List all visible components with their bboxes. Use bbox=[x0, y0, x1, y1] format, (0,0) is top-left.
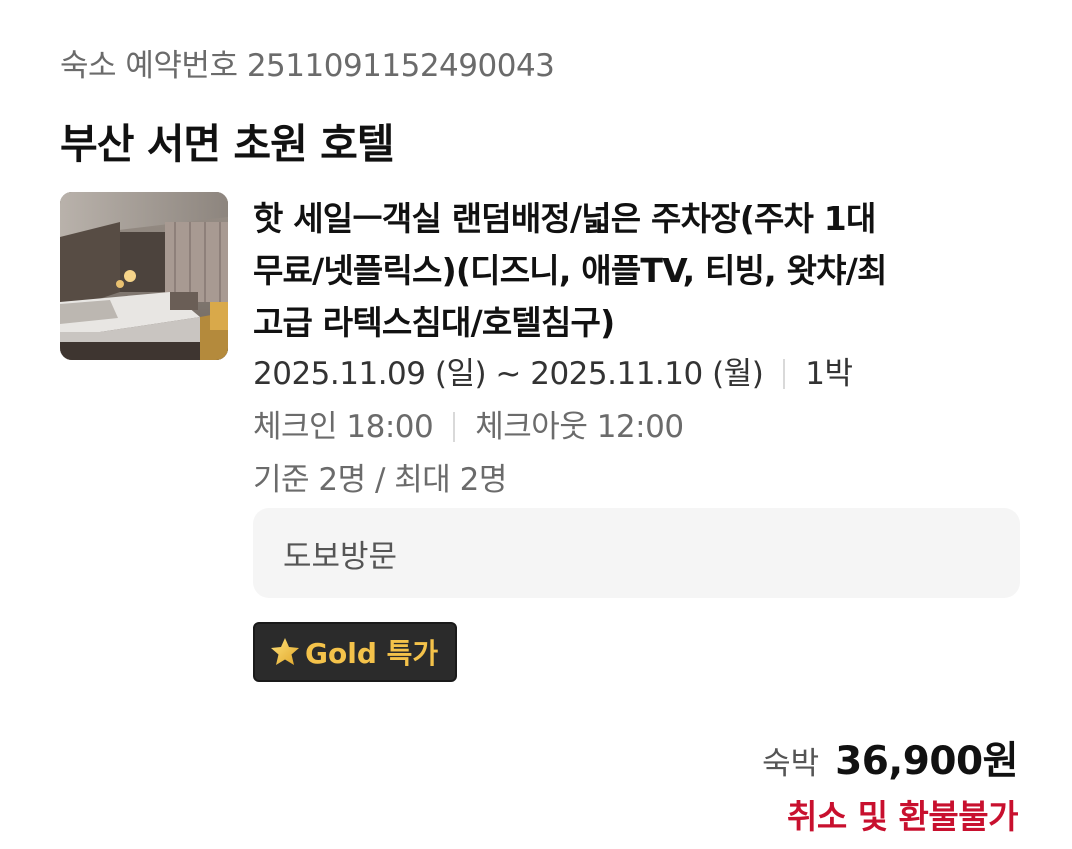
gold-deal-badge: Gold 특가 bbox=[253, 622, 457, 682]
stay-dates-row: 2025.11.09 (일) ~ 2025.11.10 (월) 1박 bbox=[253, 351, 1023, 397]
price-label: 숙박 bbox=[762, 746, 820, 782]
stay-dates: 2025.11.09 (일) ~ 2025.11.10 (월) bbox=[253, 356, 764, 392]
stay-nights: 1박 bbox=[805, 356, 853, 392]
divider bbox=[453, 412, 456, 442]
room-name-line: 핫 세일ㅡ객실 랜덤배정/넓은 주차장(주차 1대 bbox=[253, 199, 876, 238]
guest-capacity: 기준 2명 / 최대 2명 bbox=[253, 462, 507, 498]
room-name-line: 고급 라텍스침대/호텔침구) bbox=[253, 303, 615, 342]
room-name-line: 무료/넷플릭스)(디즈니, 애플TV, 티빙, 왓챠/최 bbox=[253, 251, 887, 290]
checkout-time: 체크아웃 12:00 bbox=[475, 409, 684, 445]
room-info: 핫 세일ㅡ객실 랜덤배정/넓은 주차장(주차 1대 무료/넷플릭스)(디즈니, … bbox=[253, 193, 1023, 503]
divider bbox=[783, 359, 786, 389]
booking-number: 숙소 예약번호 2511091152490043 bbox=[60, 48, 555, 84]
check-times-row: 체크인 18:00 체크아웃 12:00 bbox=[253, 404, 1023, 450]
price-row: 숙박 36,900원 bbox=[762, 730, 1018, 786]
room-photo-image bbox=[60, 192, 228, 360]
price-amount: 36,900원 bbox=[835, 739, 1018, 784]
hotel-name[interactable]: 부산 서면 초원 호텔 bbox=[60, 110, 395, 170]
room-thumbnail[interactable] bbox=[60, 192, 228, 360]
visit-type-box: 도보방문 bbox=[253, 508, 1020, 598]
checkin-time: 체크인 18:00 bbox=[253, 409, 434, 445]
refund-policy: 취소 및 환불불가 bbox=[787, 797, 1019, 836]
booking-detail-card: 숙소 예약번호 2511091152490043 부산 서면 초원 호텔 핫 세… bbox=[0, 0, 1072, 849]
star-icon bbox=[269, 636, 301, 668]
room-name[interactable]: 핫 세일ㅡ객실 랜덤배정/넓은 주차장(주차 1대 무료/넷플릭스)(디즈니, … bbox=[253, 193, 1023, 349]
gold-deal-label: Gold 특가 bbox=[305, 637, 439, 670]
